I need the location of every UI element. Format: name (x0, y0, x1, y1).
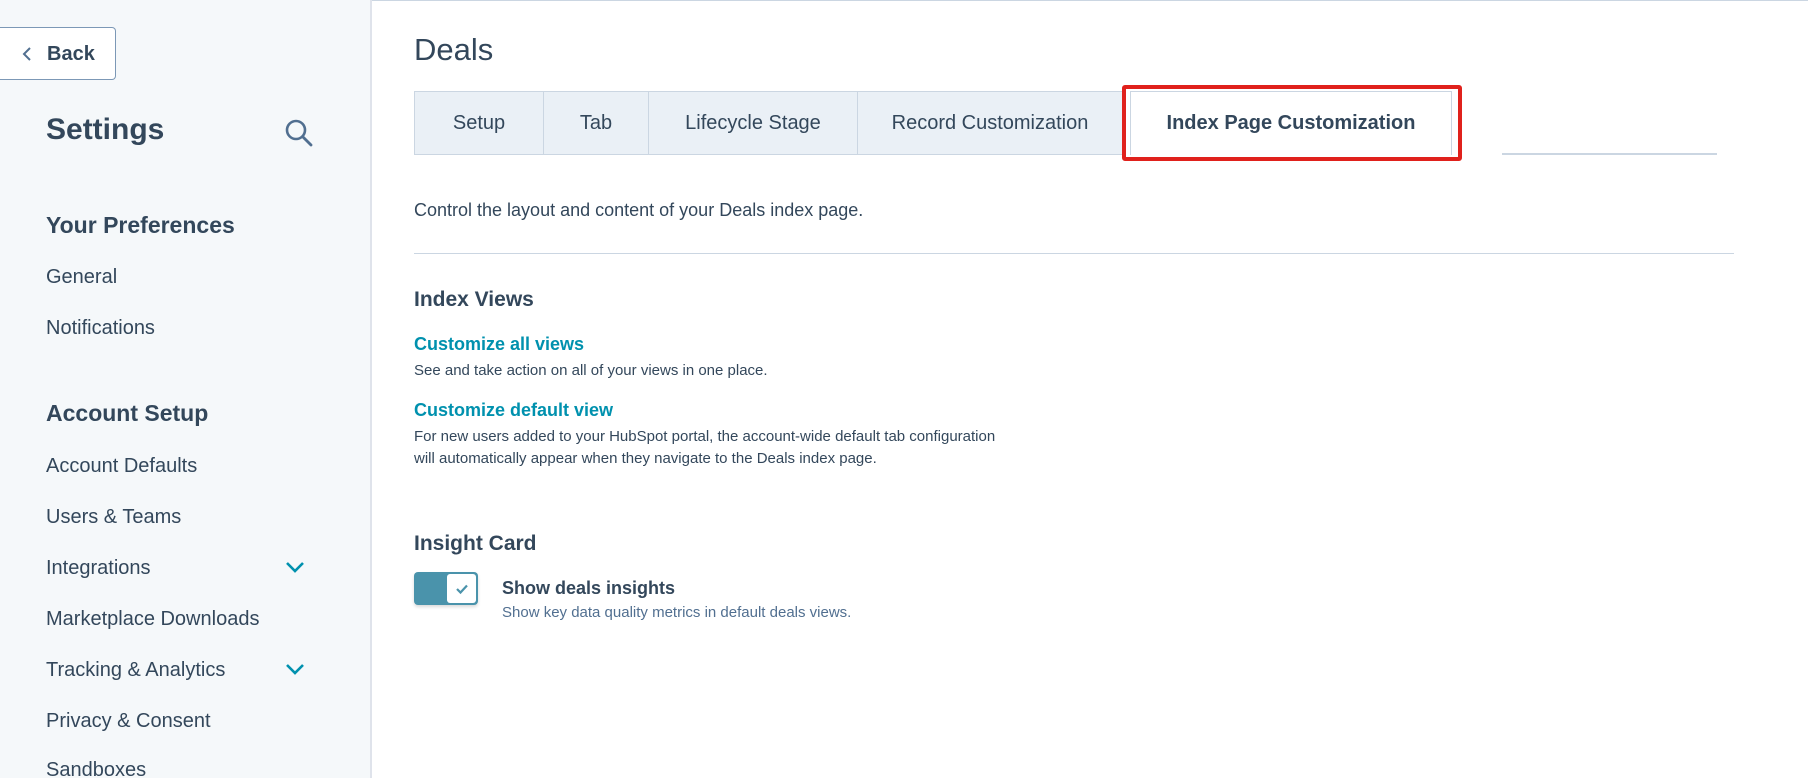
customize-default-view-description-line1: For new users added to your HubSpot port… (414, 428, 996, 445)
chevron-left-icon (22, 47, 31, 61)
sidebar-item-sandboxes[interactable]: Sandboxes (46, 759, 146, 782)
settings-sidebar: Back Settings Your Preferences General N… (0, 0, 372, 781)
highlight-box (1122, 85, 1462, 161)
customize-default-view-link[interactable]: Customize default view (414, 400, 613, 421)
sidebar-item-tracking-analytics[interactable]: Tracking & Analytics (46, 659, 225, 682)
sidebar-item-notifications[interactable]: Notifications (46, 317, 155, 340)
search-icon[interactable] (283, 117, 315, 149)
sidebar-item-marketplace-downloads[interactable]: Marketplace Downloads (46, 608, 259, 631)
page-title: Deals (414, 32, 494, 67)
sidebar-title: Settings (46, 113, 165, 146)
section-heading-account-setup: Account Setup (46, 400, 209, 426)
back-button-label: Back (47, 43, 95, 65)
customize-all-views-link[interactable]: Customize all views (414, 334, 584, 355)
tab-tab[interactable]: Tab (543, 91, 649, 155)
sidebar-item-integrations[interactable]: Integrations (46, 557, 151, 580)
customize-all-views-description: See and take action on all of your views… (414, 362, 768, 379)
back-button[interactable]: Back (0, 27, 116, 80)
tab-lifecycle-stage[interactable]: Lifecycle Stage (648, 91, 858, 155)
insight-card-heading: Insight Card (414, 532, 537, 555)
tab-setup[interactable]: Setup (414, 91, 544, 155)
show-deals-insights-description: Show key data quality metrics in default… (502, 604, 852, 621)
tab-record-customization[interactable]: Record Customization (857, 91, 1123, 155)
sidebar-item-general[interactable]: General (46, 266, 117, 289)
section-divider (414, 253, 1734, 254)
show-deals-insights-label: Show deals insights (502, 578, 676, 598)
index-views-heading: Index Views (414, 288, 534, 311)
show-deals-insights-toggle[interactable] (414, 572, 478, 605)
tab-bar-underline (1502, 153, 1717, 155)
chevron-down-icon[interactable] (283, 661, 307, 677)
sidebar-item-privacy-consent[interactable]: Privacy & Consent (46, 710, 211, 733)
checkmark-icon (455, 584, 468, 594)
customize-default-view-description-line2: will automatically appear when they navi… (414, 450, 877, 467)
toggle-knob (447, 574, 476, 603)
chevron-down-icon[interactable] (283, 559, 307, 575)
section-heading-your-preferences: Your Preferences (46, 212, 235, 238)
sidebar-item-users-teams[interactable]: Users & Teams (46, 506, 181, 529)
sidebar-item-account-defaults[interactable]: Account Defaults (46, 455, 197, 478)
page-description: Control the layout and content of your D… (414, 200, 864, 220)
